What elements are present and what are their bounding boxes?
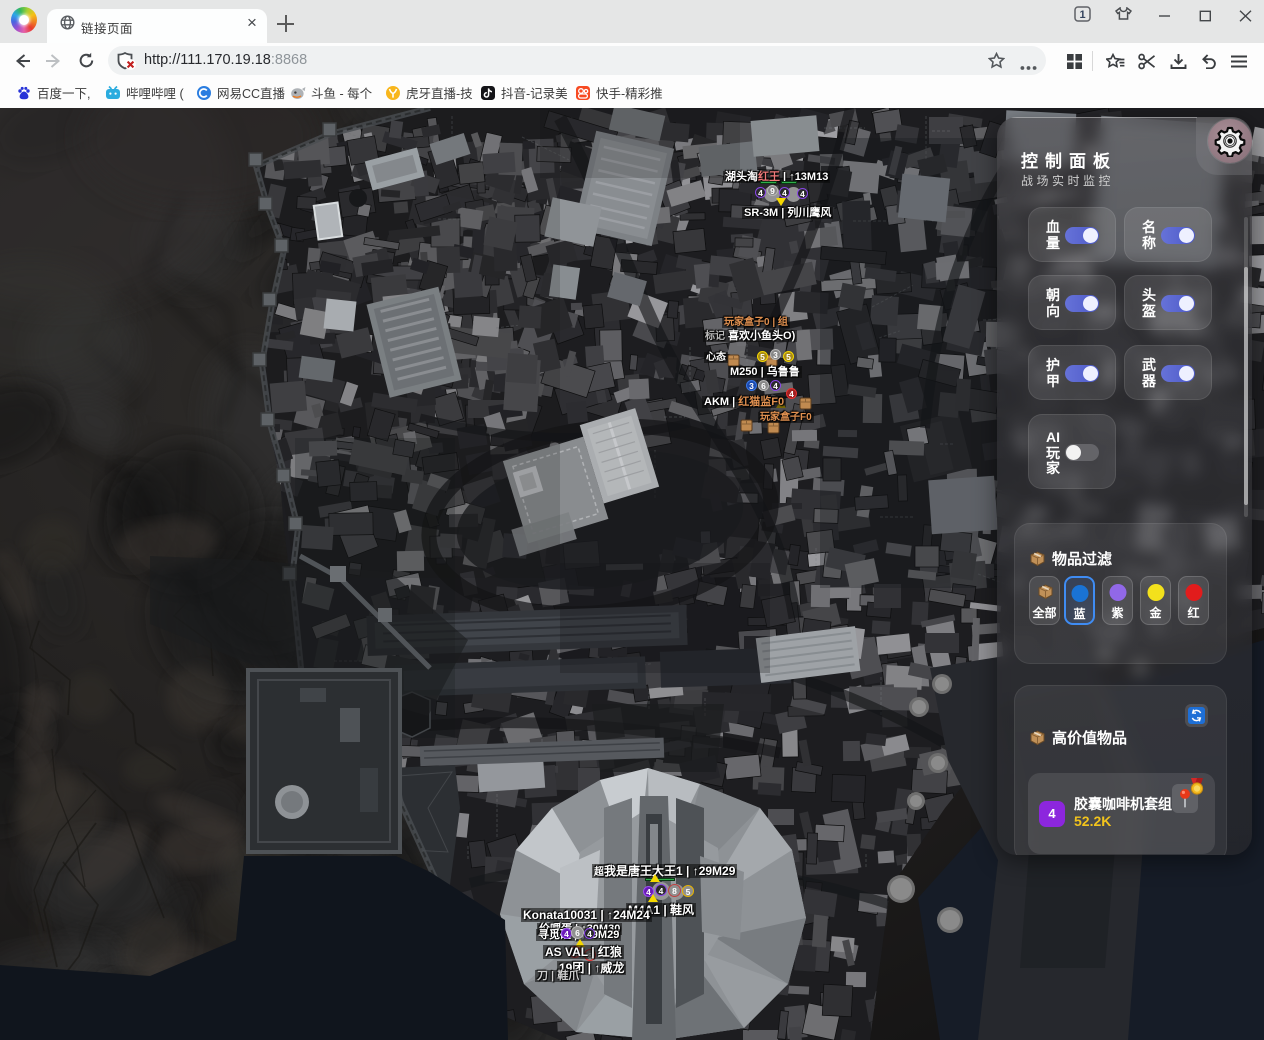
svg-text:1: 1 <box>1079 9 1085 21</box>
